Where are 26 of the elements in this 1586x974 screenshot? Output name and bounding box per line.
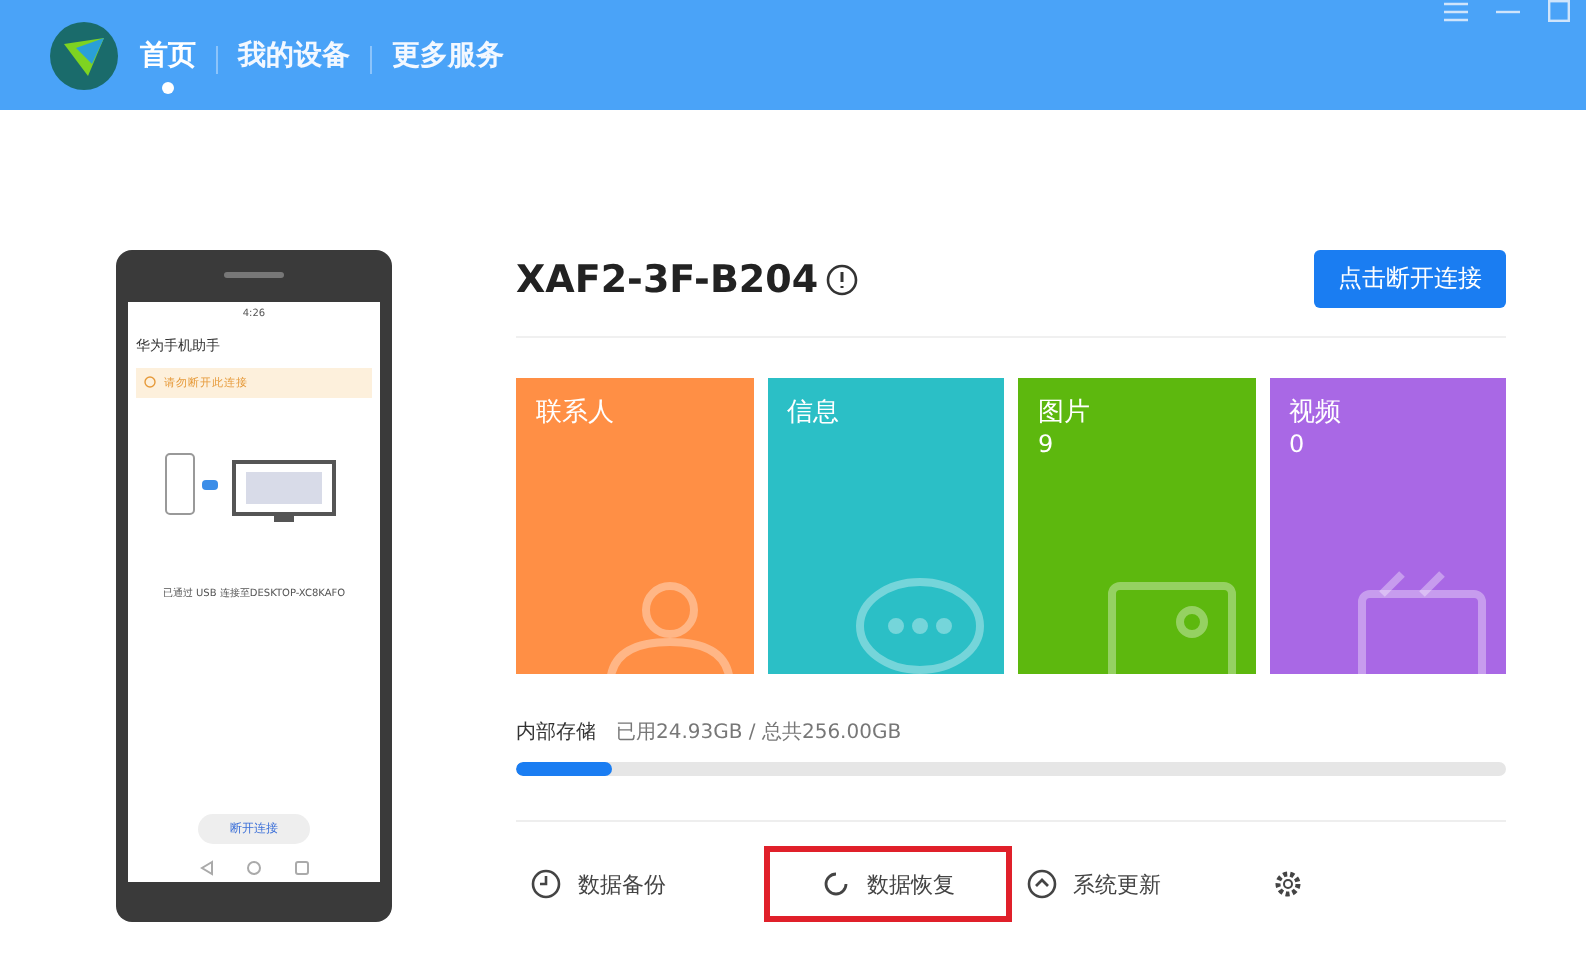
nav-tab[interactable]: 首页 xyxy=(136,33,200,97)
recents-icon[interactable] xyxy=(293,860,309,876)
nav-tab[interactable]: 更多服务 xyxy=(388,33,508,97)
settings-icon xyxy=(1272,868,1305,900)
maximize-icon[interactable] xyxy=(1548,0,1570,22)
disconnect-button[interactable]: 点击断开连接 xyxy=(1314,250,1506,308)
category-tile[interactable]: 联系人 xyxy=(516,378,753,674)
back-icon[interactable] xyxy=(199,860,213,876)
menu-icon[interactable] xyxy=(1444,1,1468,21)
storage-label: 内部存储 xyxy=(516,719,596,746)
device-name: XAF2-3F-B204 xyxy=(516,257,819,301)
category-tile[interactable]: 信息 xyxy=(767,378,1004,674)
refresh-icon xyxy=(819,868,852,900)
action-button[interactable]: 系统更新 xyxy=(1011,846,1259,922)
logo-icon xyxy=(48,19,120,91)
info-icon[interactable] xyxy=(826,263,859,295)
warning-icon xyxy=(144,376,156,388)
category-tile[interactable]: 视频 0 xyxy=(1269,378,1506,674)
storage-usage: 已用24.93GB / 总共256.00GB xyxy=(616,719,902,746)
action-button[interactable]: 数据恢复 xyxy=(763,846,1011,922)
upload-icon xyxy=(1025,868,1057,900)
clock-icon xyxy=(530,868,562,900)
home-icon[interactable] xyxy=(245,860,261,876)
action-button[interactable]: 数据备份 xyxy=(516,846,764,922)
nav-tab[interactable]: 我的设备 xyxy=(234,33,354,97)
category-tile[interactable]: 图片 9 xyxy=(1018,378,1255,674)
